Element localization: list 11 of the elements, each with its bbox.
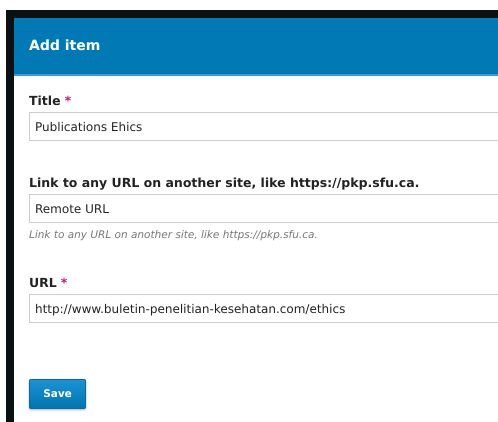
save-button[interactable]: Save xyxy=(29,379,86,409)
field-description: Link to any URL on another site, like https://pkp.sfu.ca. xyxy=(29,229,319,241)
input-field[interactable]: http://www.buletin-penelitian-kesehatan.com/ethics xyxy=(29,294,498,323)
required-mark: * xyxy=(64,93,72,108)
field-label: Title xyxy=(29,93,61,108)
field-label: URL xyxy=(29,275,57,290)
input-field[interactable]: Publications Ehics xyxy=(29,112,498,141)
input-field[interactable]: Remote URL xyxy=(29,194,498,223)
field-label: Link to any URL on another site, like https://pkp.sfu.ca. xyxy=(29,175,420,190)
dialog-title: Add item xyxy=(29,38,100,54)
required-mark: * xyxy=(60,275,68,290)
